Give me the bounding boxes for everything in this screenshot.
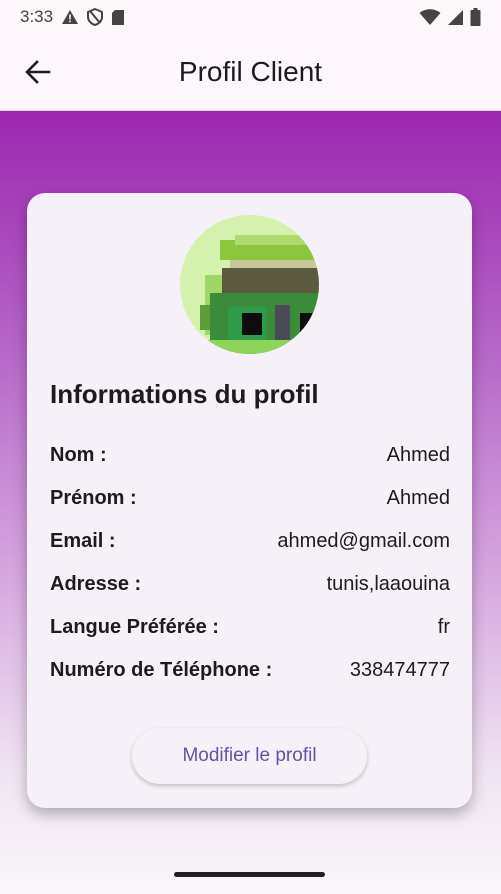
profile-card: Informations du profil Nom : Ahmed Préno… xyxy=(27,193,472,808)
field-value: Ahmed xyxy=(386,443,450,466)
battery-icon xyxy=(470,8,481,26)
avatar xyxy=(180,215,319,354)
field-label: Nom : xyxy=(50,443,107,466)
info-row-adresse: Adresse : tunis,laaouina xyxy=(50,569,450,599)
field-label: Prénom : xyxy=(50,486,137,509)
wifi-icon xyxy=(419,8,441,25)
warning-icon xyxy=(62,10,79,24)
info-row-nom: Nom : Ahmed xyxy=(50,440,450,470)
field-value: fr xyxy=(437,615,450,638)
page-title: Profil Client xyxy=(178,56,323,87)
shield-icon xyxy=(87,8,104,26)
info-row-prenom: Prénom : Ahmed xyxy=(50,483,450,513)
home-indicator[interactable] xyxy=(174,872,325,877)
status-time: 3:33 xyxy=(20,7,54,26)
field-label: Email : xyxy=(50,529,116,552)
arrow-back-icon xyxy=(25,60,51,84)
field-label: Numéro de Téléphone : xyxy=(50,658,273,681)
field-label: Langue Préférée : xyxy=(50,615,219,638)
status-right xyxy=(419,8,481,26)
back-button[interactable] xyxy=(18,52,58,92)
edit-profile-button[interactable]: Modifier le profil xyxy=(132,728,367,784)
content-area: Informations du profil Nom : Ahmed Préno… xyxy=(0,111,501,894)
field-label: Adresse : xyxy=(50,572,142,595)
field-value: 338474777 xyxy=(349,658,450,681)
avatar-image xyxy=(180,215,319,354)
field-value: ahmed@gmail.com xyxy=(277,529,450,552)
field-value: Ahmed xyxy=(386,486,450,509)
status-bar: 3:33 xyxy=(0,0,501,34)
app-bar: Profil Client xyxy=(0,34,501,111)
info-row-email: Email : ahmed@gmail.com xyxy=(50,526,450,556)
info-row-telephone: Numéro de Téléphone : 338474777 xyxy=(50,655,450,685)
section-title: Informations du profil xyxy=(50,379,319,409)
signal-icon xyxy=(448,9,463,25)
status-left: 3:33 xyxy=(20,7,125,27)
sd-card-icon xyxy=(112,9,125,25)
field-value: tunis,laaouina xyxy=(326,572,450,595)
info-row-langue: Langue Préférée : fr xyxy=(50,612,450,642)
